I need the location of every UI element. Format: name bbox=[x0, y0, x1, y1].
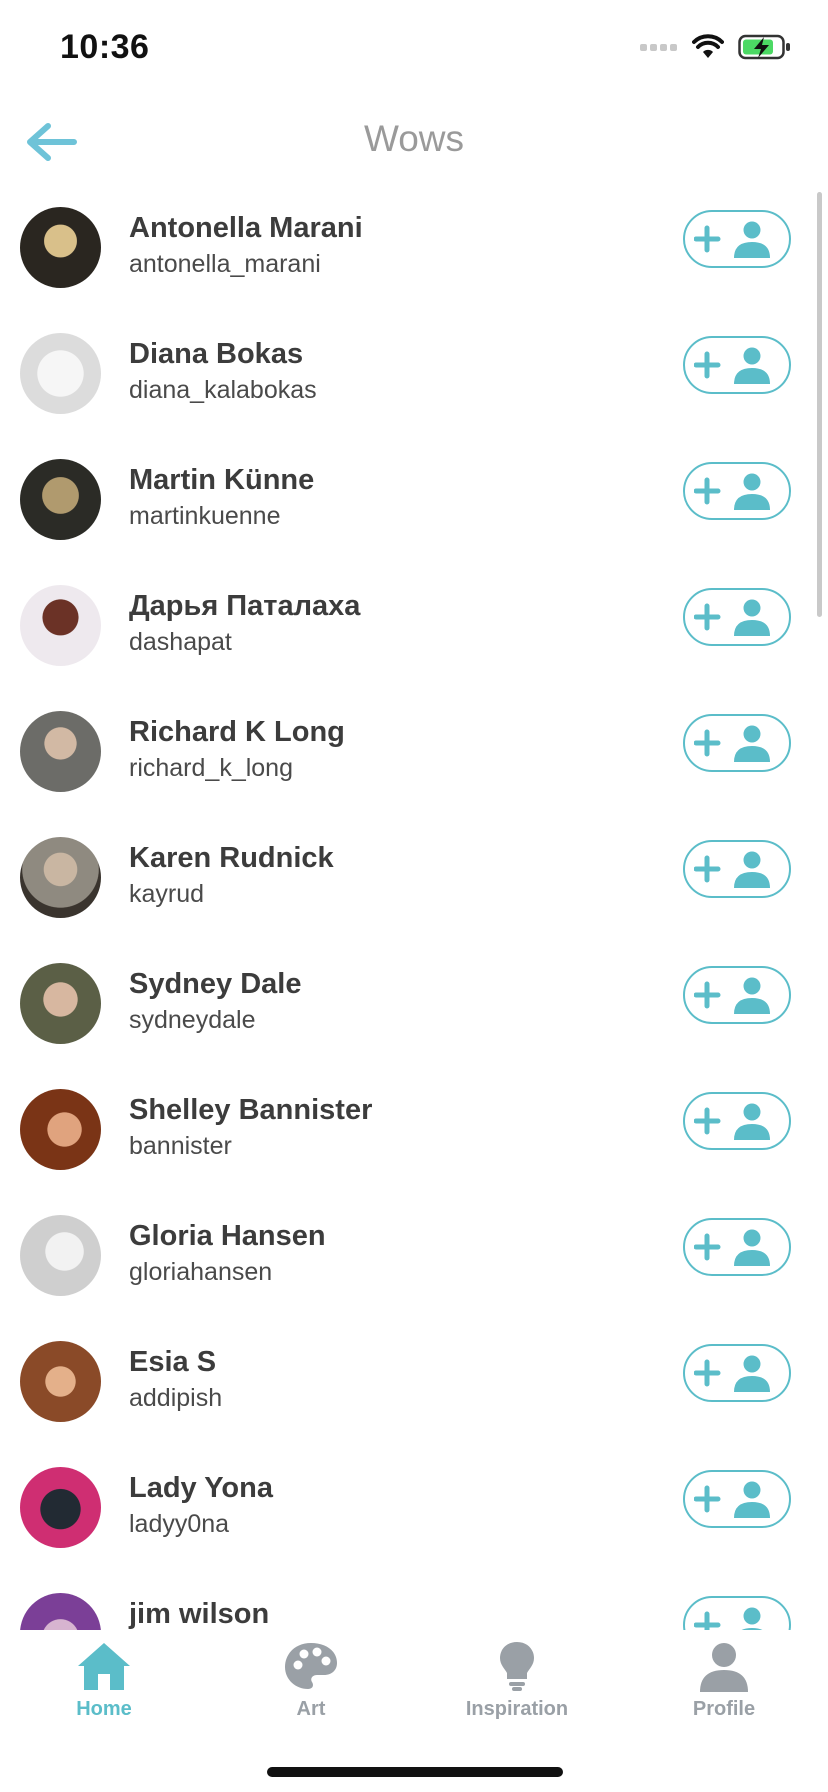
user-name[interactable]: Diana Bokas bbox=[129, 338, 303, 371]
list-item[interactable]: Gloria Hansen gloriahansen bbox=[0, 1194, 828, 1320]
tab-profile-label: Profile bbox=[692, 1698, 756, 1720]
scrollbar[interactable] bbox=[817, 192, 822, 617]
list-item[interactable]: Sydney Dale sydneydale bbox=[0, 942, 828, 1068]
tab-art-label: Art bbox=[296, 1698, 326, 1720]
avatar[interactable] bbox=[20, 1467, 101, 1548]
user-name[interactable]: Дарья Паталаха bbox=[129, 590, 360, 623]
user-handle: antonella_marani bbox=[129, 250, 321, 278]
add-person-icon bbox=[694, 1481, 770, 1518]
user-handle: ladyy0na bbox=[129, 1510, 230, 1538]
tab-home[interactable]: Home bbox=[29, 1640, 179, 1740]
avatar[interactable] bbox=[20, 711, 101, 792]
follow-button[interactable] bbox=[683, 840, 791, 898]
user-name[interactable]: Antonella Marani bbox=[129, 212, 363, 245]
palette-icon bbox=[285, 1643, 337, 1689]
user-handle: kayrud bbox=[129, 880, 205, 908]
add-person-icon bbox=[694, 473, 770, 510]
status-bar: 10:36 bbox=[0, 0, 828, 100]
battery-charging-icon bbox=[738, 34, 790, 60]
follow-button[interactable] bbox=[683, 462, 791, 520]
add-person-icon bbox=[694, 221, 770, 258]
list-item[interactable]: Shelley Bannister bannister bbox=[0, 1068, 828, 1194]
add-person-icon bbox=[694, 599, 770, 636]
avatar[interactable] bbox=[20, 207, 101, 288]
tab-home-label: Home bbox=[76, 1698, 132, 1720]
user-handle: dashapat bbox=[129, 628, 232, 656]
follow-button[interactable] bbox=[683, 714, 791, 772]
add-person-icon bbox=[694, 977, 770, 1014]
add-person-icon bbox=[694, 1229, 770, 1266]
user-name[interactable]: Lady Yona bbox=[129, 1472, 273, 1505]
avatar[interactable] bbox=[20, 459, 101, 540]
follow-button[interactable] bbox=[683, 1218, 791, 1276]
follow-button[interactable] bbox=[683, 1596, 791, 1630]
add-person-icon bbox=[694, 725, 770, 762]
status-time: 10:36 bbox=[60, 28, 150, 66]
user-name[interactable]: Gloria Hansen bbox=[129, 1220, 326, 1253]
avatar[interactable] bbox=[20, 1089, 101, 1170]
follow-button[interactable] bbox=[683, 336, 791, 394]
status-icons bbox=[640, 34, 792, 60]
user-name[interactable]: Esia S bbox=[129, 1346, 216, 1379]
avatar[interactable] bbox=[20, 837, 101, 918]
page-title: Wows bbox=[363, 118, 465, 159]
cellular-signal-icon bbox=[640, 44, 677, 51]
list-item[interactable]: jim wilson bbox=[0, 1572, 828, 1630]
avatar[interactable] bbox=[20, 585, 101, 666]
follow-button[interactable] bbox=[683, 966, 791, 1024]
avatar[interactable] bbox=[20, 1215, 101, 1296]
user-handle: sydneydale bbox=[129, 1006, 256, 1034]
user-handle: bannister bbox=[129, 1132, 232, 1160]
add-person-icon bbox=[694, 347, 770, 384]
list-item[interactable]: Richard K Long richard_k_long bbox=[0, 690, 828, 816]
avatar[interactable] bbox=[20, 333, 101, 414]
add-person-icon bbox=[694, 1607, 763, 1630]
person-icon bbox=[700, 1643, 748, 1692]
list-item[interactable]: Antonella Marani antonella_marani bbox=[0, 186, 828, 312]
user-name[interactable]: Sydney Dale bbox=[129, 968, 301, 1001]
tab-inspiration-label: Inspiration bbox=[465, 1698, 569, 1720]
add-person-icon bbox=[694, 851, 770, 888]
avatar[interactable] bbox=[20, 963, 101, 1044]
avatar[interactable] bbox=[20, 1341, 101, 1422]
user-handle: addipish bbox=[129, 1384, 223, 1412]
list-item[interactable]: Martin Künne martinkuenne bbox=[0, 438, 828, 564]
user-name[interactable]: Richard K Long bbox=[129, 716, 345, 749]
user-handle: gloriahansen bbox=[129, 1258, 273, 1286]
home-indicator bbox=[267, 1767, 563, 1777]
tab-profile[interactable]: Profile bbox=[649, 1640, 799, 1740]
list-item[interactable]: Дарья Паталаха dashapat bbox=[0, 564, 828, 690]
user-handle: diana_kalabokas bbox=[129, 376, 317, 404]
add-person-icon bbox=[694, 1103, 770, 1140]
follow-button[interactable] bbox=[683, 1092, 791, 1150]
follow-button[interactable] bbox=[683, 1470, 791, 1528]
home-icon bbox=[78, 1643, 130, 1690]
wifi-icon bbox=[692, 34, 724, 58]
navigation-bar: Wows bbox=[0, 100, 828, 184]
list-item[interactable]: Lady Yona ladyy0na bbox=[0, 1446, 828, 1572]
user-handle: martinkuenne bbox=[129, 502, 281, 530]
user-name[interactable]: Martin Künne bbox=[129, 464, 314, 497]
user-list[interactable]: Antonella Marani antonella_marani Diana … bbox=[0, 186, 828, 1630]
tab-inspiration[interactable]: Inspiration bbox=[442, 1640, 592, 1740]
follow-button[interactable] bbox=[683, 1344, 791, 1402]
add-person-icon bbox=[694, 1355, 770, 1392]
avatar[interactable] bbox=[20, 1593, 101, 1630]
tab-art[interactable]: Art bbox=[236, 1640, 386, 1740]
lightbulb-icon bbox=[500, 1642, 534, 1691]
list-item[interactable]: Esia S addipish bbox=[0, 1320, 828, 1446]
list-item[interactable]: Karen Rudnick kayrud bbox=[0, 816, 828, 942]
follow-button[interactable] bbox=[683, 588, 791, 646]
follow-button[interactable] bbox=[683, 210, 791, 268]
user-name[interactable]: jim wilson bbox=[129, 1598, 269, 1630]
list-item[interactable]: Diana Bokas diana_kalabokas bbox=[0, 312, 828, 438]
user-name[interactable]: Karen Rudnick bbox=[129, 842, 334, 875]
user-name[interactable]: Shelley Bannister bbox=[129, 1094, 372, 1127]
user-handle: richard_k_long bbox=[129, 754, 293, 782]
